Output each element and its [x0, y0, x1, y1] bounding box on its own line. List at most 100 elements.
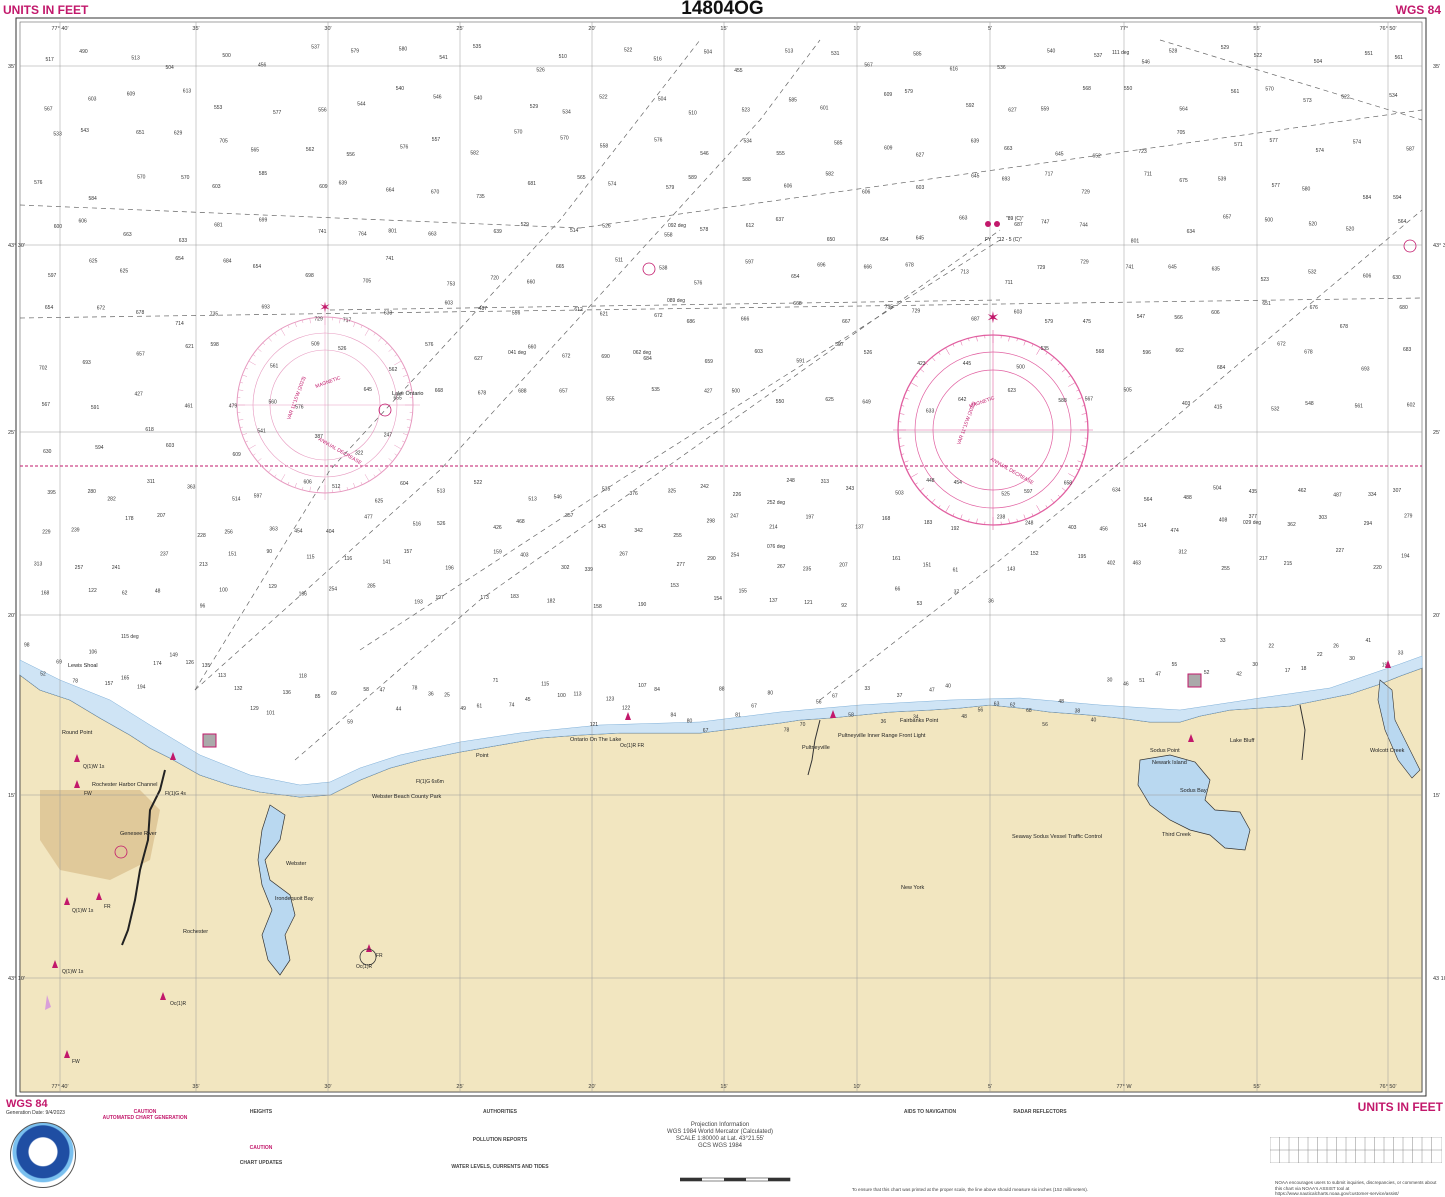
nautical-chart[interactable]: ✶ MAGNETIC VAR 11°15'W (2023) ANNUAL DEC…: [0, 0, 1445, 1196]
depth-sounding: 136: [283, 690, 292, 696]
depth-sounding: 137: [855, 525, 864, 531]
graticule-label: 25': [456, 1084, 463, 1090]
depth-sounding: 606: [79, 219, 88, 225]
depth-sounding: 454: [954, 480, 963, 486]
depth-sounding: 693: [262, 305, 271, 311]
depth-sounding: 377: [1249, 514, 1258, 520]
depth-sounding: 166: [299, 591, 308, 597]
city-label: Webster: [286, 861, 307, 867]
buoy-icon[interactable]: [985, 221, 991, 227]
depth-sounding: 567: [42, 402, 51, 408]
depth-sounding: 520: [1346, 227, 1355, 233]
course-label: 092 deg: [668, 223, 686, 229]
graticule-label: 43° 30': [8, 243, 25, 249]
depth-sounding: 568: [1083, 86, 1092, 92]
depth-sounding: 684: [1217, 365, 1226, 371]
depth-sounding: 711: [1144, 171, 1152, 177]
depth-sounding: 61: [953, 568, 959, 574]
depth-sounding: 693: [83, 360, 92, 366]
depth-sounding: 570: [1265, 87, 1274, 93]
depth-sounding: 237: [160, 552, 169, 558]
aids-note: AIDS TO NAVIGATION: [880, 1110, 980, 1116]
depth-sounding: 621: [600, 312, 609, 318]
depth-sounding: 699: [259, 217, 268, 223]
depth-sounding: 56: [1042, 722, 1048, 728]
depth-sounding: 601: [820, 106, 829, 112]
depth-sounding: 556: [347, 152, 356, 158]
depth-sounding: 256: [225, 530, 234, 536]
depth-sounding: 504: [658, 97, 667, 103]
depth-sounding: 534: [744, 139, 753, 145]
depth-sounding: 158: [593, 604, 602, 610]
graticule-label: 77° 40': [51, 26, 68, 32]
depth-sounding: 48: [1058, 699, 1064, 705]
depth-sounding: 290: [707, 556, 716, 562]
depth-sounding: 642: [958, 397, 967, 403]
graticule-label: 35': [8, 64, 15, 70]
depth-sounding: 634: [1187, 229, 1196, 235]
depth-sounding: 609: [233, 452, 242, 458]
depth-sounding: 227: [1336, 548, 1345, 554]
depth-sounding: 634: [1112, 487, 1121, 493]
depth-sounding: 357: [565, 513, 574, 519]
depth-sounding: 741: [318, 229, 327, 235]
point-label: Round Point: [62, 730, 93, 736]
course-label: 062 deg: [633, 350, 651, 356]
depth-sounding: 557: [432, 137, 441, 143]
depth-sounding: 529: [530, 104, 539, 110]
depth-sounding: 255: [673, 533, 682, 539]
depth-sounding: 107: [638, 683, 647, 689]
depth-sounding: 67: [703, 728, 709, 734]
depth-sounding: 660: [528, 345, 537, 351]
depth-sounding: 678: [478, 391, 487, 397]
depth-sounding: 116: [344, 556, 352, 562]
depth-sounding: 735: [476, 194, 485, 200]
depth-sounding: 570: [560, 136, 569, 142]
depth-sounding: 525: [1001, 492, 1010, 498]
depth-sounding: 639: [494, 229, 503, 235]
depth-sounding: 558: [664, 232, 673, 238]
depth-sounding: 585: [913, 52, 922, 58]
depth-sounding: 747: [1041, 220, 1050, 226]
depth-sounding: 645: [916, 236, 925, 242]
depth-sounding: 520: [1309, 221, 1318, 227]
light-label: FW: [84, 791, 92, 797]
depth-sounding: 627: [1008, 108, 1017, 114]
depth-sounding: 122: [88, 588, 97, 594]
depth-sounding: 561: [1395, 55, 1404, 61]
depth-sounding: 129: [250, 706, 259, 712]
depth-sounding: 58: [848, 712, 854, 718]
buoy-icon[interactable]: [994, 221, 1000, 227]
depth-sounding: 137: [769, 598, 778, 604]
depth-sounding: 544: [357, 102, 366, 108]
depth-sounding: 197: [806, 515, 815, 521]
depth-sounding: 526: [602, 223, 611, 229]
depth-sounding: 479: [229, 403, 238, 409]
depth-sounding: 687: [971, 316, 980, 322]
depth-sounding: 741: [1126, 265, 1135, 271]
depth-sounding: 556: [512, 310, 521, 316]
depth-sounding: 666: [741, 317, 750, 323]
depth-sounding: 500: [732, 388, 741, 394]
graticule-label: 35': [192, 1084, 199, 1090]
depth-sounding: 564: [1144, 497, 1153, 503]
depth-sounding: 325: [668, 489, 677, 495]
depth-sounding: 560: [269, 399, 278, 405]
depth-sounding: 585: [834, 141, 843, 147]
depth-sounding: 313: [34, 562, 43, 568]
depth-sounding: 294: [1364, 521, 1373, 527]
graticule-label: 77° W: [1116, 1084, 1132, 1090]
depth-sounding: 567: [864, 62, 873, 68]
depth-sounding: 720: [491, 275, 500, 281]
depth-sounding: 96: [200, 604, 206, 610]
depth-sounding: 764: [358, 232, 367, 238]
depth-sounding: 56: [978, 708, 984, 714]
depth-sounding: 576: [694, 280, 703, 286]
depth-sounding: 577: [1272, 183, 1281, 189]
depth-sounding: 298: [707, 518, 716, 524]
depth-sounding: 395: [47, 490, 56, 496]
depth-sounding: 667: [842, 319, 851, 325]
depth-sounding: 190: [638, 602, 647, 608]
depth-sounding: 654: [45, 305, 54, 311]
depth-sounding: 523: [1261, 277, 1270, 283]
